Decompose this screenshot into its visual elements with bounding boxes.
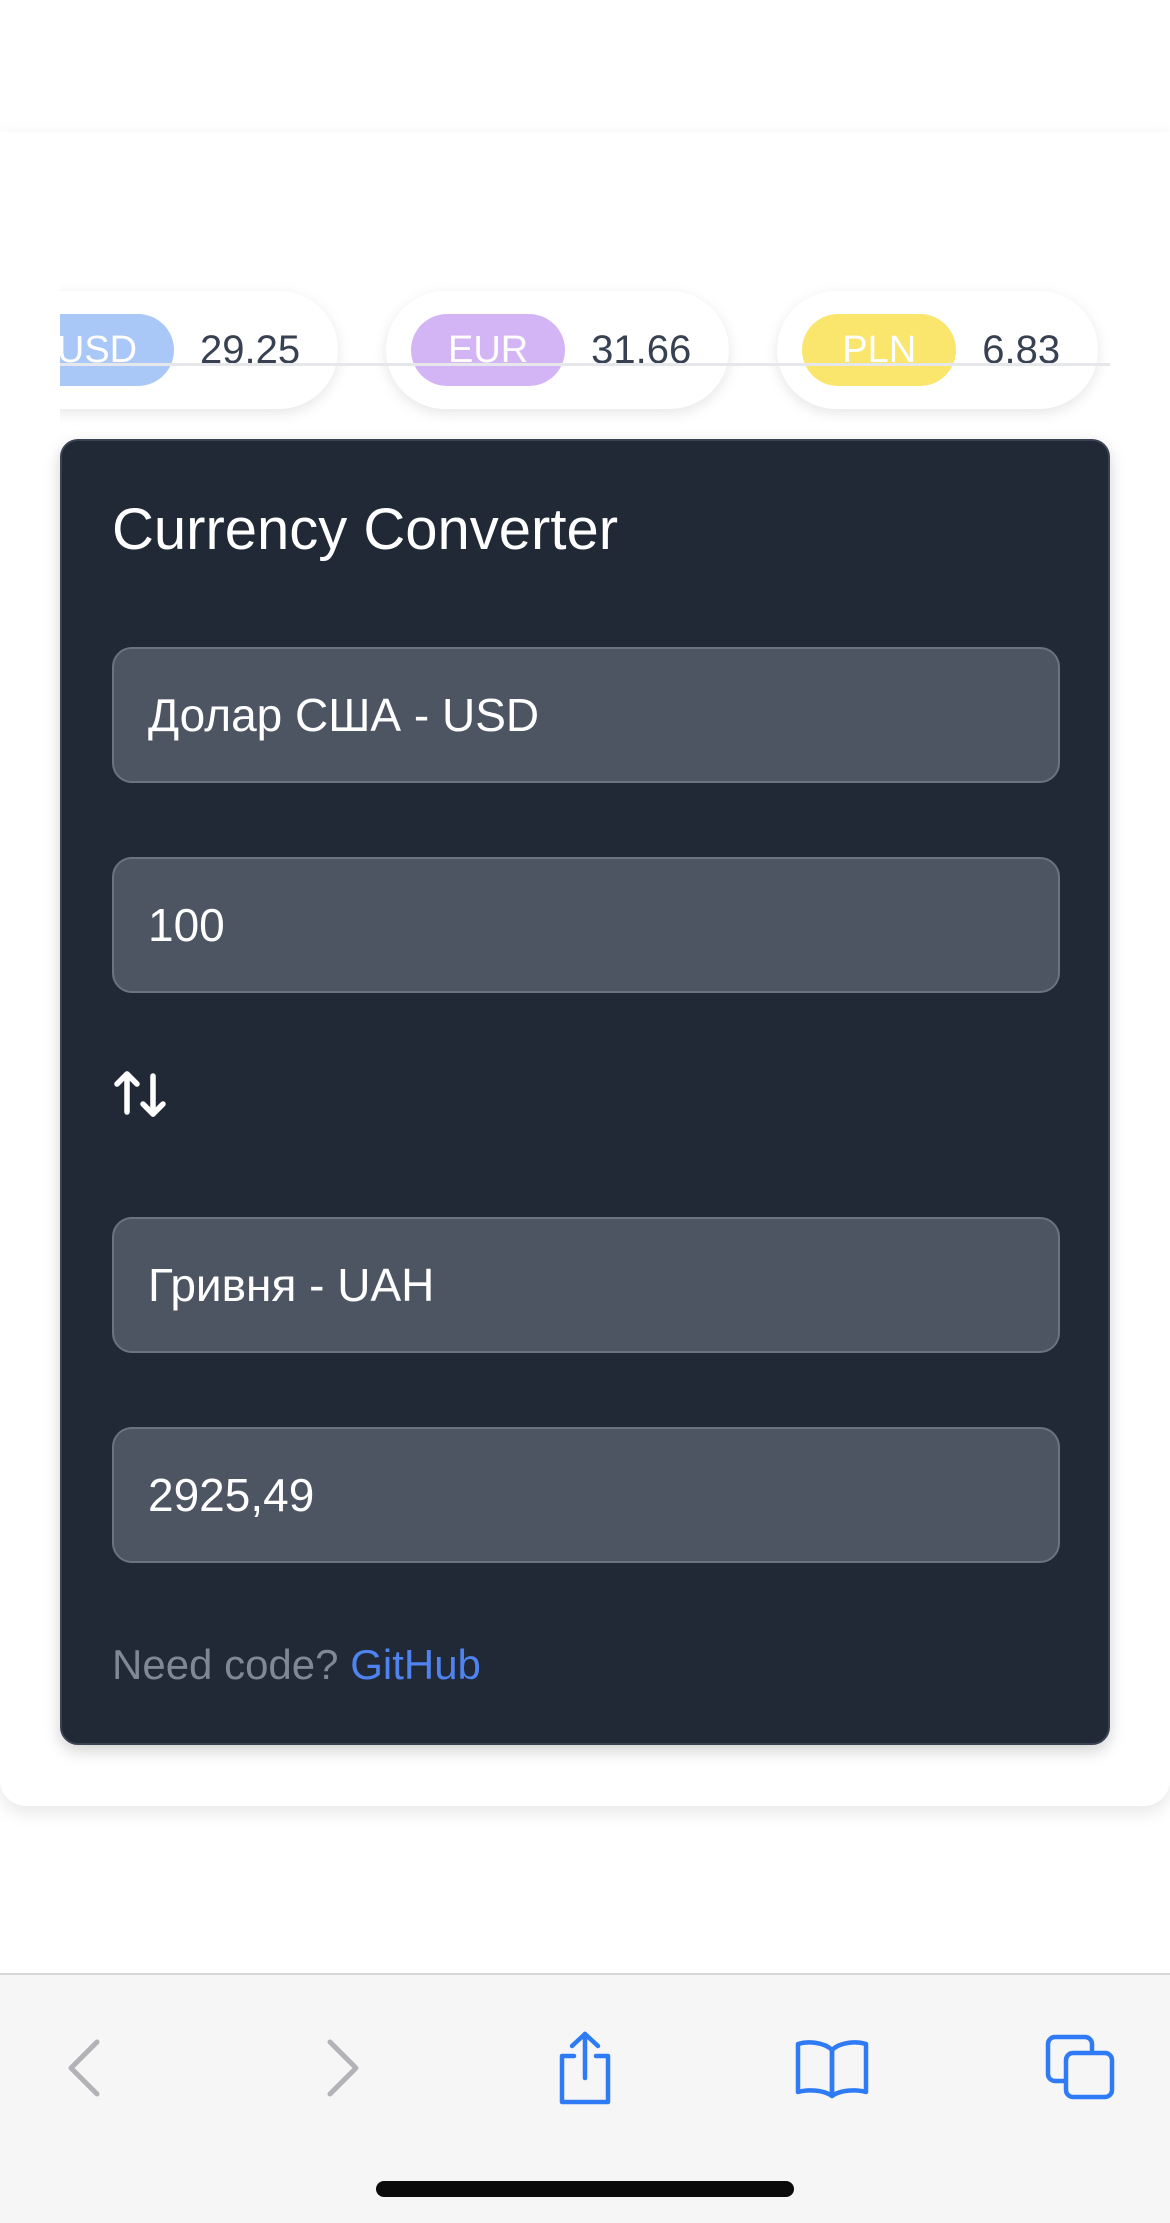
footer-note: Need code? GitHub [112, 1641, 481, 1689]
forward-icon [327, 2039, 359, 2097]
currency-code-pill: USD [60, 314, 174, 386]
result-field[interactable]: 2925,49 [112, 1427, 1060, 1563]
github-link[interactable]: GitHub [350, 1641, 481, 1688]
to-currency-select[interactable]: Гривня - UAH [112, 1217, 1060, 1353]
bookmarks-icon [795, 2040, 869, 2099]
back-button[interactable] [42, 2023, 132, 2113]
home-indicator [376, 2181, 794, 2197]
amount-input[interactable]: 100 [112, 857, 1060, 993]
bookmarks-button[interactable] [787, 2023, 877, 2113]
currency-code-pill: PLN [802, 314, 957, 386]
rate-chip-pln[interactable]: PLN 6.83 [777, 291, 1099, 409]
share-button[interactable] [540, 2023, 630, 2113]
divider [60, 363, 1110, 366]
currency-code-pill: EUR [411, 314, 566, 386]
forward-button[interactable] [295, 2023, 385, 2113]
footer-text: Need code? [112, 1641, 339, 1688]
swap-icon[interactable] [112, 1066, 168, 1122]
back-icon [68, 2039, 100, 2097]
from-currency-select[interactable]: Долар США - USD [112, 647, 1060, 783]
currency-converter-panel: Currency Converter Долар США - USD 100 Г… [60, 439, 1110, 1745]
rates-track: USD 29.25 EUR 31.66 PLN 6.83 [60, 291, 1099, 409]
rate-chip-usd[interactable]: USD 29.25 [60, 291, 339, 409]
main-card: USD 29.25 EUR 31.66 PLN 6.83 Currency Co… [0, 132, 1170, 1806]
tabs-button[interactable] [1036, 2023, 1126, 2113]
rate-chip-eur[interactable]: EUR 31.66 [386, 291, 730, 409]
share-icon [559, 2031, 611, 2105]
converter-title: Currency Converter [112, 497, 619, 562]
tabs-icon [1045, 2034, 1115, 2100]
